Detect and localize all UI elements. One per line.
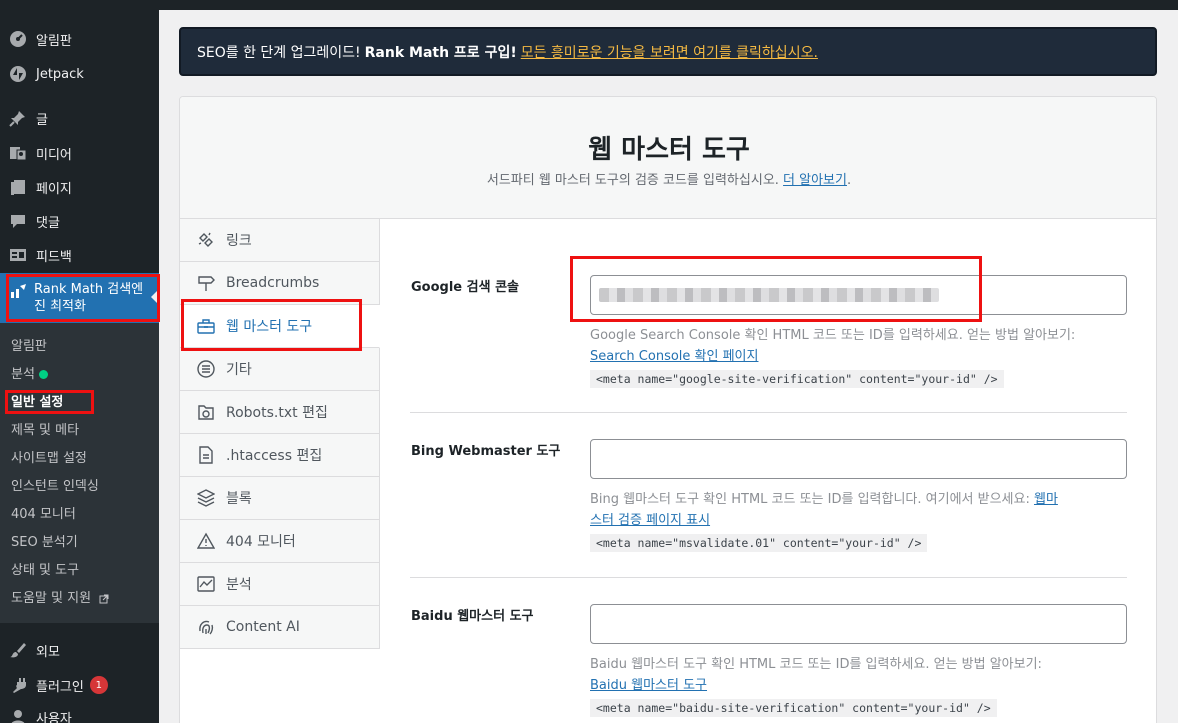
google-console-label: Google 검색 콘솔 [411,280,520,295]
submenu-item-status-tools[interactable]: 상태 및 도구 [11,557,79,585]
rank-math-submenu: 알림판 분석 일반 설정 제목 및 메타 사이트맵 설정 인스턴트 인덱싱 40… [0,323,159,623]
tab-analytics[interactable]: 분석 [180,563,380,606]
sidebar-item-label: 댓글 [36,215,60,231]
google-meta-code: <meta name="google-site-verification" co… [590,370,1004,388]
sidebar-item-rank-math[interactable]: Rank Math 검색엔진 최적화 [0,273,159,323]
sidebar-item-comments[interactable]: 댓글 [0,204,159,238]
sidebar-item-label: 알림판 [36,33,72,49]
search-console-link[interactable]: Search Console 확인 페이지 [590,349,758,364]
bing-verification-input[interactable] [590,439,1127,479]
sidebar-item-posts[interactable]: 글 [0,101,159,135]
page-title: 웹 마스터 도구 [588,135,750,165]
rank-math-icon [8,281,28,301]
submenu-item-dashboard[interactable]: 알림판 [11,333,47,361]
learn-more-link[interactable]: 더 알아보기 [783,173,847,188]
sidebar-item-label: 미디어 [36,147,72,163]
baidu-verification-input[interactable] [590,604,1127,644]
submenu-item-sitemap[interactable]: 사이트맵 설정 [11,445,87,473]
page-description: 서드파티 웹 마스터 도구의 검증 코드를 입력하십시오. 더 알아보기. [486,173,852,188]
current-menu-arrow [151,289,159,305]
comment-icon [8,211,28,231]
baidu-webmaster-label: Baidu 웹마스터 도구 [411,609,534,624]
tab-htaccess[interactable]: .htaccess 편집 [180,434,380,477]
sidebar-item-label: Jetpack [36,66,84,82]
dashboard-icon [8,29,28,49]
submenu-item-general-settings[interactable]: 일반 설정 [11,389,63,417]
banner-link[interactable]: 모든 흥미로운 기능을 보려면 여기를 클릭하십시오. [521,42,818,62]
tab-robots-txt[interactable]: Robots.txt 편집 [180,391,380,434]
sidebar-item-appearance[interactable]: 외모 [0,633,159,667]
sidebar-item-label: Rank Math 검색엔진 최적화 [34,282,144,314]
sidebar-item-label: 플러그인 [36,679,84,695]
bing-description: Bing 웹마스터 도구 확인 HTML 코드 또는 ID를 입력합니다. 여기… [590,492,1058,528]
tab-links[interactable]: 링크 [180,219,380,262]
tab-blocks[interactable]: 블록 [180,477,380,520]
sidebar-item-label: 피드백 [36,249,72,265]
bing-meta-code: <meta name="msvalidate.01" content="your… [590,534,928,552]
jetpack-icon [8,64,28,84]
sidebar-item-pages[interactable]: 페이지 [0,170,159,204]
sidebar-item-jetpack[interactable]: Jetpack [0,57,159,91]
media-icon [8,143,28,163]
list-icon [196,359,216,379]
user-icon [8,707,28,723]
external-link-icon [99,594,109,603]
baidu-description: Baidu 웹마스터 도구 확인 HTML 코드 또는 ID를 입력하세요. 얻… [590,657,1042,693]
sidebar-item-feedback[interactable]: 피드백 [0,238,159,272]
folder-icon [196,402,216,422]
submenu-item-titles-meta[interactable]: 제목 및 메타 [11,417,79,445]
tab-404-monitor[interactable]: 404 모니터 [180,520,380,563]
admin-sidebar: 알림판 Jetpack 글 미디어 페이지 댓글 피드백 Rank Math 검… [0,0,159,723]
blocks-icon [196,488,216,508]
google-verification-input[interactable] [590,275,1127,315]
sidebar-item-media[interactable]: 미디어 [0,136,159,170]
bing-verify-link-a[interactable]: 웹마 [1034,492,1058,507]
file-icon [196,445,216,465]
tab-content-ai[interactable]: Content AI [180,606,380,649]
admin-bar [0,0,1178,10]
link-icon [196,230,216,250]
submenu-item-analytics[interactable]: 분석 [11,361,48,389]
feedback-icon [8,245,28,265]
baidu-webmaster-link[interactable]: Baidu 웹마스터 도구 [590,678,707,693]
sidebar-item-label: 사용자 [36,711,72,723]
google-description: Google Search Console 확인 HTML 코드 또는 ID를 … [590,328,1076,364]
sidebar-item-plugins[interactable]: 플러그인 1 [0,668,159,702]
submenu-item-404-monitor[interactable]: 404 모니터 [11,501,76,529]
divider [410,577,1127,578]
warning-icon [196,531,216,551]
tab-webmaster-tools[interactable]: 웹 마스터 도구 [180,305,380,348]
panel-header: 웹 마스터 도구 서드파티 웹 마스터 도구의 검증 코드를 입력하십시오. 더… [180,97,1156,219]
fingerprint-icon [196,617,216,637]
submenu-item-instant-indexing[interactable]: 인스턴트 인덱싱 [11,473,99,501]
settings-tabs: 링크 Breadcrumbs 웹 마스터 도구 기타 Robots.txt 편집… [180,219,380,649]
update-count-badge: 1 [89,676,108,694]
sidebar-item-label: 외모 [36,644,60,660]
banner-strong: Rank Math 프로 구입! [364,44,517,61]
sidebar-item-label: 글 [36,112,48,128]
tab-others[interactable]: 기타 [180,348,380,391]
tab-breadcrumbs[interactable]: Breadcrumbs [180,262,380,305]
bing-verify-link-b[interactable]: 스터 검증 페이지 표시 [590,513,710,528]
signpost-icon [196,273,216,293]
brush-icon [8,640,28,660]
upgrade-banner: SEO를 한 단계 업그레이드! Rank Math 프로 구입! 모든 흥미로… [179,27,1157,76]
page-icon [8,177,28,197]
banner-text: SEO를 한 단계 업그레이드! [197,44,361,61]
baidu-meta-code: <meta name="baidu-site-verification" con… [590,699,997,717]
pin-icon [8,108,28,128]
status-dot [38,370,48,379]
plugin-icon [8,675,28,695]
sidebar-item-label: 페이지 [36,181,72,197]
divider [410,412,1127,413]
submenu-item-help[interactable]: 도움말 및 지원 [11,585,109,613]
settings-panel: 웹 마스터 도구 서드파티 웹 마스터 도구의 검증 코드를 입력하십시오. 더… [179,96,1157,723]
sidebar-item-dashboard[interactable]: 알림판 [0,22,159,56]
analytics-icon [196,574,216,594]
bing-webmaster-label: Bing Webmaster 도구 [411,444,561,459]
submenu-item-seo-analyzer[interactable]: SEO 분석기 [11,529,78,557]
sidebar-item-users[interactable]: 사용자 [0,700,159,723]
redacted-value [599,288,939,302]
toolbox-icon [196,316,216,336]
